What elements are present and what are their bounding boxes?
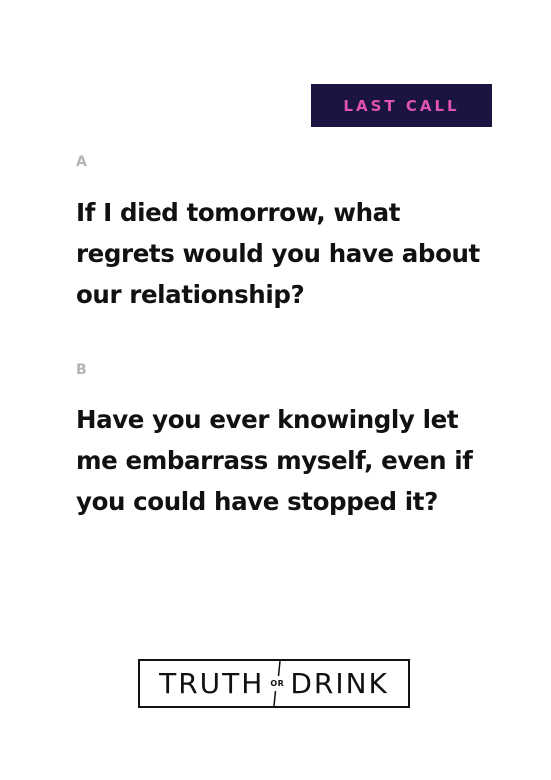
category-badge: LAST CALL [311, 84, 492, 127]
category-badge-label: LAST CALL [343, 96, 460, 115]
option-b-question: Have you ever knowingly let me embarrass… [76, 405, 473, 516]
truth-or-drink-logo: TRUTH OR DRINK [138, 659, 410, 708]
option-b-letter: B [76, 362, 87, 378]
logo-connector: OR [264, 661, 290, 706]
logo-word-drink: DRINK [290, 666, 389, 700]
option-a-question: If I died tomorrow, what regrets would y… [76, 198, 480, 309]
option-a-letter: A [76, 154, 87, 170]
logo-connector-or: OR [269, 678, 286, 688]
question-card: LAST CALL A If I died tomorrow, what reg… [0, 0, 551, 780]
logo-word-truth: TRUTH [159, 666, 265, 700]
